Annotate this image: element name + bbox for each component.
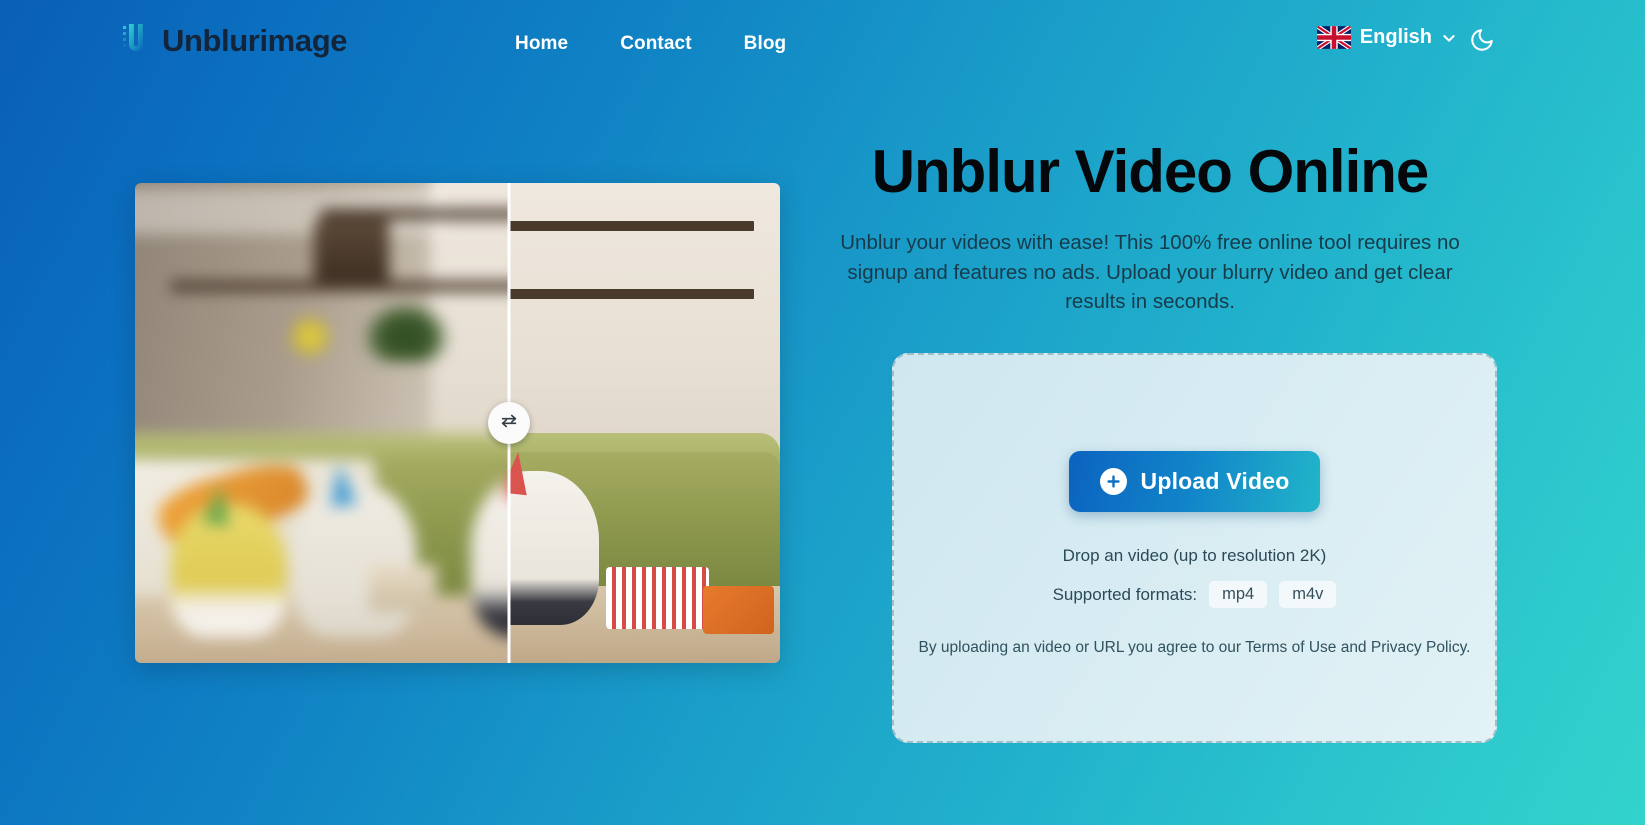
format-chip-m4v: m4v [1279, 581, 1337, 608]
uk-flag-icon [1316, 26, 1351, 49]
upload-video-label: Upload Video [1140, 468, 1290, 494]
after-image [509, 183, 780, 663]
legal-disclaimer: By uploading an video or URL you agree t… [918, 639, 1471, 656]
upload-video-button[interactable]: Upload Video [1068, 451, 1321, 512]
plus-circle-icon [1099, 468, 1127, 495]
nav-link-blog[interactable]: Blog [734, 29, 797, 59]
hero-subtitle: Unblur your videos with ease! This 100% … [840, 230, 1460, 314]
format-chip-mp4: mp4 [1209, 581, 1268, 608]
dark-mode-toggle[interactable] [1467, 27, 1497, 57]
hero-section: Unblur Video Online Unblur your videos w… [820, 140, 1480, 317]
site-header: Unblurimage Home Contact Blog English [0, 0, 1645, 86]
supported-formats-label: Supported formats: [1052, 584, 1198, 604]
before-image [135, 183, 510, 663]
brand-logo[interactable]: Unblurimage [120, 20, 347, 62]
before-after-comparison[interactable] [135, 183, 780, 663]
page-title: Unblur Video Online [871, 138, 1430, 205]
moon-icon [1469, 27, 1495, 58]
swap-arrows-icon [498, 410, 520, 437]
nav-link-contact[interactable]: Contact [610, 29, 701, 59]
nav-link-home[interactable]: Home [505, 29, 578, 59]
brand-name: Unblurimage [162, 23, 348, 58]
u-logo-icon [120, 20, 152, 62]
before-image-pane [135, 183, 510, 663]
main-navigation: Home Contact Blog [505, 29, 796, 59]
chevron-down-icon [1441, 30, 1457, 46]
upload-dropzone-card[interactable]: Upload Video Drop an video (up to resolu… [892, 353, 1497, 743]
language-selector[interactable]: English [1316, 26, 1457, 49]
drop-hint-text: Drop an video (up to resolution 2K) [1062, 546, 1327, 565]
language-label: English [1359, 26, 1432, 48]
comparison-slider-handle[interactable] [488, 402, 531, 444]
supported-formats-row: Supported formats: mp4 m4v [1053, 581, 1337, 608]
after-image-pane [509, 183, 780, 663]
